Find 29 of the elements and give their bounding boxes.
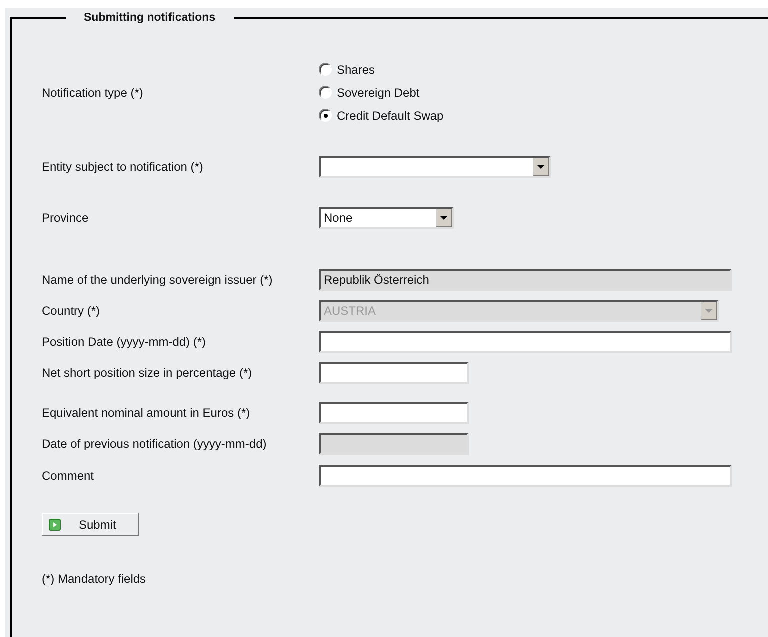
play-icon	[49, 518, 61, 530]
radio-label: Shares	[337, 62, 376, 76]
field-label: Notification type (*)	[42, 86, 144, 100]
footnote: (*) Mandatory fields	[42, 572, 148, 586]
dropdown[interactable]: None	[319, 207, 454, 229]
field-label: Date of previous notification (yyyy-mm-dd)	[42, 437, 268, 451]
field-label: Name of the underlying sovereign issuer (*)	[42, 273, 274, 287]
field-label: Comment	[42, 469, 96, 483]
field-label: Country (*)	[42, 304, 102, 318]
radio-label: Sovereign Debt	[337, 86, 420, 100]
submit-button[interactable]: Submit	[42, 513, 139, 536]
input-field[interactable]	[319, 465, 732, 487]
input-field[interactable]	[319, 402, 469, 424]
radio-label: Credit Default Swap	[337, 108, 444, 122]
dropdown[interactable]	[319, 156, 551, 178]
field-label: Province	[42, 211, 90, 225]
radio-button[interactable]	[319, 86, 332, 99]
dropdown-arrow-icon	[436, 209, 452, 227]
dropdown-arrow-icon	[533, 158, 549, 176]
radio-button[interactable]	[319, 63, 332, 76]
input-field[interactable]	[319, 362, 469, 384]
dropdown-arrow-icon	[701, 302, 717, 320]
field-label: Net short position size in percentage (*)	[42, 366, 254, 380]
field-label: Entity subject to notification (*)	[42, 160, 204, 174]
section-title: Submitting notifications	[83, 12, 217, 24]
radio-button[interactable]	[319, 109, 332, 122]
field-label: Position Date (yyyy-mm-dd) (*)	[42, 335, 208, 349]
input-field[interactable]	[319, 331, 732, 353]
field-label: Equivalent nominal amount in Euros (*)	[42, 406, 252, 420]
